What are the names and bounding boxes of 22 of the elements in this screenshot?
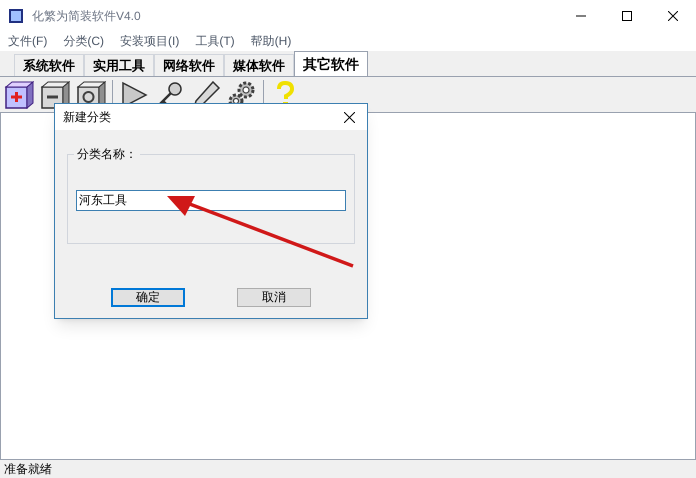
dialog-button[interactable]: 确定 (111, 288, 185, 307)
tab[interactable]: 其它软件 (294, 51, 368, 76)
cube-plus-icon[interactable] (4, 80, 34, 110)
group-label: 分类名称： (74, 146, 140, 162)
menu-item[interactable]: 文件(F) (8, 32, 48, 50)
status-bar: 准备就绪 (0, 459, 696, 478)
menu-item[interactable]: 分类(C) (63, 32, 104, 50)
dialog-title: 新建分类 (63, 109, 111, 126)
menu-item[interactable]: 工具(T) (195, 32, 235, 50)
close-icon (344, 112, 354, 122)
menu-item[interactable]: 帮助(H) (250, 32, 292, 50)
close-icon (668, 10, 678, 20)
tab[interactable]: 实用工具 (84, 54, 154, 76)
tab[interactable]: 系统软件 (14, 54, 84, 76)
maximize-icon (622, 10, 632, 20)
tab[interactable]: 媒体软件 (224, 54, 294, 76)
tab[interactable]: 网络软件 (154, 54, 224, 76)
menu-item[interactable]: 安装项目(I) (120, 32, 180, 50)
window-title: 化繁为简装软件V4.0 (32, 8, 141, 24)
dialog-button[interactable]: 取消 (237, 288, 311, 307)
name-field[interactable]: 河东工具 (76, 190, 346, 211)
app-icon (8, 8, 24, 24)
